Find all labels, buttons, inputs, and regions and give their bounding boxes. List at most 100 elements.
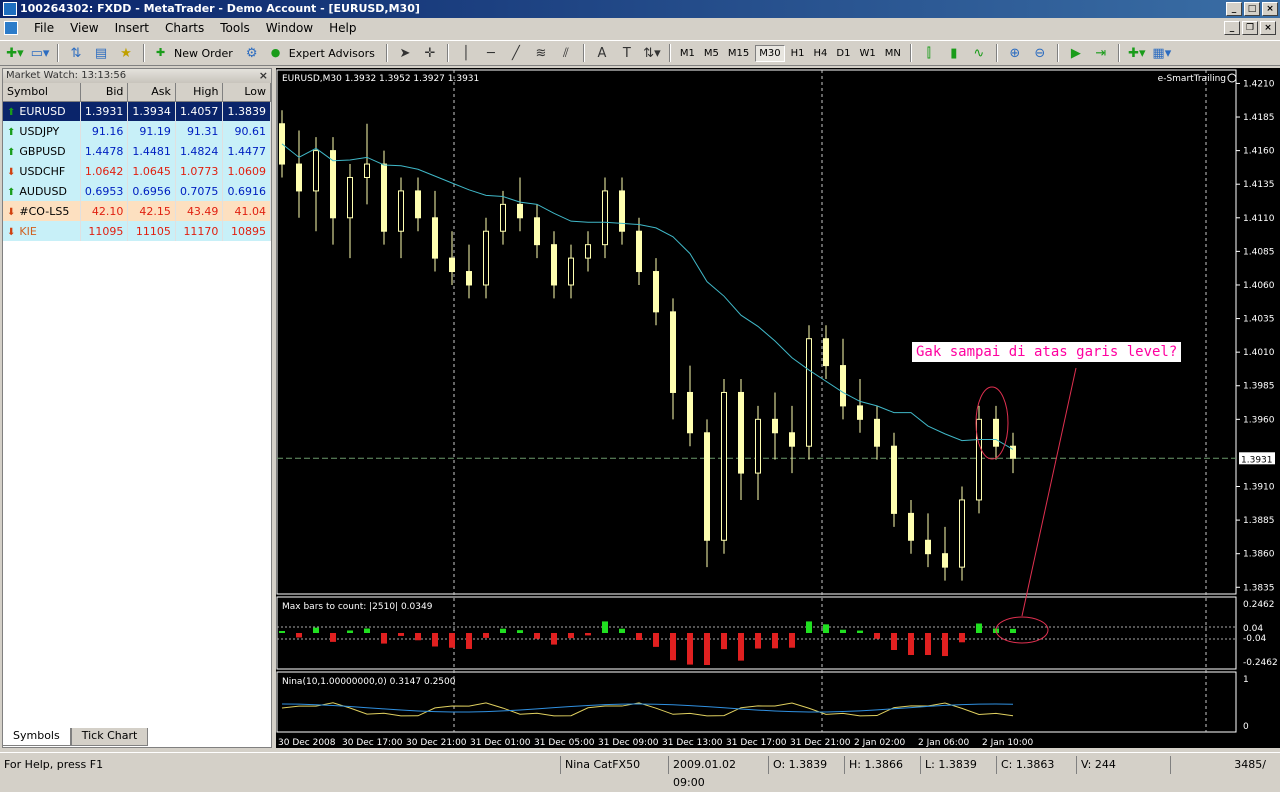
indicators-icon[interactable]: ✚▾: [1126, 43, 1148, 63]
candlestick-icon[interactable]: ▮: [943, 43, 965, 63]
histogram-bar: [279, 631, 285, 633]
menu-help[interactable]: Help: [321, 18, 364, 38]
navigator-icon[interactable]: ★: [115, 43, 137, 63]
fibonacci-icon[interactable]: ⫽: [555, 43, 577, 63]
child-close-button[interactable]: ×: [1260, 21, 1276, 35]
table-row[interactable]: ⬆ EURUSD 1.3931 1.3934 1.4057 1.3839: [3, 101, 271, 121]
tf-d1[interactable]: D1: [833, 46, 853, 61]
candle-body: [381, 163, 387, 232]
channel-icon[interactable]: ≋: [530, 43, 552, 63]
profiles-icon[interactable]: ▭▾: [29, 43, 51, 63]
text-label-icon[interactable]: T: [616, 43, 638, 63]
tab-tick-chart[interactable]: Tick Chart: [70, 728, 149, 746]
chart-document-icon[interactable]: [4, 21, 18, 35]
crosshair-icon[interactable]: ✛: [419, 43, 441, 63]
bar-chart-icon[interactable]: ⫿: [918, 43, 940, 63]
minimize-button[interactable]: _: [1226, 2, 1242, 16]
candle-body: [789, 432, 795, 447]
zoom-out-icon[interactable]: ⊖: [1029, 43, 1051, 63]
price-label: 1.4160: [1243, 147, 1275, 157]
arrows-icon[interactable]: ⇅▾: [641, 43, 663, 63]
histogram-bar: [704, 633, 710, 665]
symbol-cell[interactable]: ⬆ GBPUSD: [3, 141, 81, 161]
horizontal-line-icon[interactable]: ─: [480, 43, 502, 63]
child-minimize-button[interactable]: _: [1224, 21, 1240, 35]
close-button[interactable]: ×: [1262, 2, 1278, 16]
table-row[interactable]: ⬆ AUDUSD 0.6953 0.6956 0.7075 0.6916: [3, 181, 271, 201]
menu-file[interactable]: File: [26, 18, 62, 38]
symbol-cell[interactable]: ⬆ USDJPY: [3, 121, 81, 141]
low-cell: 1.0609: [222, 161, 271, 181]
col-bid[interactable]: Bid: [80, 83, 129, 102]
vertical-line-icon[interactable]: │: [455, 43, 477, 63]
symbol-cell[interactable]: ⬇ KIE: [3, 221, 81, 241]
menu-tools[interactable]: Tools: [212, 18, 258, 38]
new-chart-icon[interactable]: ✚▾: [4, 43, 26, 63]
status-volume: V: 244: [1076, 755, 1170, 774]
candle-body: [806, 338, 812, 447]
tf-m15[interactable]: M15: [725, 46, 752, 61]
new-order-button[interactable]: ✚ New Order: [151, 43, 238, 63]
maximize-button[interactable]: □: [1244, 2, 1260, 16]
table-row[interactable]: ⬆ USDJPY 91.16 91.19 91.31 90.61: [3, 121, 271, 141]
bid-cell: 1.4478: [80, 141, 129, 161]
market-watch-close-icon[interactable]: ×: [259, 69, 268, 83]
symbol-name: KIE: [19, 224, 37, 238]
price-label: 1.4010: [1243, 348, 1275, 358]
symbol-cell[interactable]: ⬆ AUDUSD: [3, 181, 81, 201]
tf-m30[interactable]: M30: [755, 44, 785, 62]
data-window-icon[interactable]: ▤: [90, 43, 112, 63]
table-row[interactable]: ⬆ GBPUSD 1.4478 1.4481 1.4824 1.4477: [3, 141, 271, 161]
menu-window[interactable]: Window: [258, 18, 321, 38]
histogram-bar: [942, 633, 948, 657]
tab-symbols[interactable]: Symbols: [2, 728, 71, 746]
col-low[interactable]: Low: [222, 83, 271, 102]
chart-header: EURUSD,M30 1.3932 1.3952 1.3927 1.3931: [282, 74, 479, 84]
cursor-icon[interactable]: ➤: [394, 43, 416, 63]
zoom-in-icon[interactable]: ⊕: [1004, 43, 1026, 63]
chart-shift-icon[interactable]: ⇥: [1090, 43, 1112, 63]
candle-body: [483, 230, 489, 286]
tf-m1[interactable]: M1: [677, 46, 698, 61]
line-chart-icon[interactable]: ∿: [968, 43, 990, 63]
price-label: 1.3960: [1243, 415, 1275, 425]
arrow-up-icon: ⬆: [7, 186, 16, 198]
candle-body: [925, 539, 931, 555]
tf-w1[interactable]: W1: [856, 46, 878, 61]
table-row[interactable]: ⬇ #CO-LS5 42.10 42.15 43.49 41.04: [3, 201, 271, 221]
histogram-bar: [857, 630, 863, 633]
table-row[interactable]: ⬇ KIE 11095 11105 11170 10895: [3, 221, 271, 241]
menu-view[interactable]: View: [62, 18, 106, 38]
table-row[interactable]: ⬇ USDCHF 1.0642 1.0645 1.0773 1.0609: [3, 161, 271, 181]
symbol-cell[interactable]: ⬆ EURUSD: [3, 101, 81, 121]
chart-canvas[interactable]: 1.4210 1.4185 1.4160 1.4135 1.4110 1.4085 1.40…: [276, 68, 1280, 748]
periods-icon[interactable]: ▦▾: [1151, 43, 1173, 63]
autoscroll-icon[interactable]: ▶: [1065, 43, 1087, 63]
chart-window[interactable]: 1.4210 1.4185 1.4160 1.4135 1.4110 1.4085 1.40…: [276, 68, 1280, 748]
trendline-icon[interactable]: ╱: [505, 43, 527, 63]
tf-h4[interactable]: H4: [811, 46, 831, 61]
candle-body: [704, 432, 710, 541]
text-icon[interactable]: A: [591, 43, 613, 63]
child-restore-button[interactable]: ❐: [1242, 21, 1258, 35]
arrow-up-icon: ⬆: [7, 106, 16, 118]
col-symbol[interactable]: Symbol: [3, 83, 81, 102]
tf-mn[interactable]: MN: [882, 46, 904, 61]
menu-charts[interactable]: Charts: [157, 18, 212, 38]
tf-h1[interactable]: H1: [788, 46, 808, 61]
candle-body: [891, 445, 897, 514]
col-high[interactable]: High: [175, 83, 224, 102]
market-watch-icon[interactable]: ⇅: [65, 43, 87, 63]
symbol-name: USDCHF: [19, 164, 66, 178]
expert-advisors-button[interactable]: ● Expert Advisors: [266, 43, 380, 63]
symbol-cell[interactable]: ⬇ #CO-LS5: [3, 201, 81, 221]
histogram-bar: [925, 633, 931, 655]
histogram-bar: [891, 633, 897, 650]
metaeditor-icon[interactable]: ⚙: [241, 43, 263, 63]
tf-m5[interactable]: M5: [701, 46, 722, 61]
symbol-cell[interactable]: ⬇ USDCHF: [3, 161, 81, 181]
menu-insert[interactable]: Insert: [107, 18, 157, 38]
current-price-label: 1.3931: [1241, 455, 1273, 465]
histogram-bar: [806, 621, 812, 633]
col-ask[interactable]: Ask: [127, 83, 176, 102]
